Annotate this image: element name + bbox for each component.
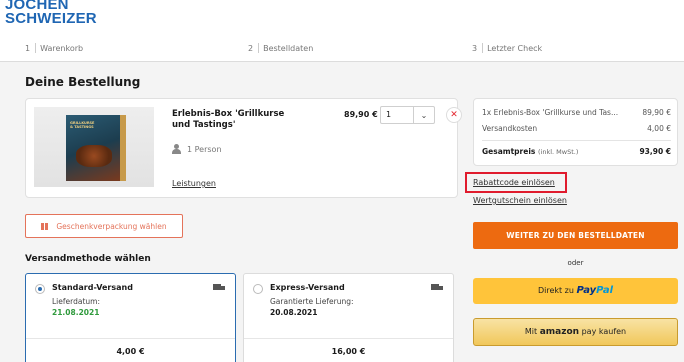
shipping-date: 21.08.2021: [52, 308, 100, 317]
step-divider: [258, 43, 260, 53]
step-label: Warenkorb: [40, 43, 84, 53]
shipping-price: 4,00 €: [116, 347, 145, 356]
step-number: 2: [248, 43, 254, 53]
shipping-date-label: Garantierte Lieferung:: [270, 297, 354, 306]
product-box-photo: [76, 145, 112, 167]
checkout-steps: 1 Warenkorb 2 Bestelldaten 3 Letzter Che…: [0, 40, 684, 56]
summary-item-label: 1x Erlebnis-Box 'Grillkurse und Tas...: [482, 108, 619, 117]
step-label: Bestelldaten: [263, 43, 314, 53]
step-divider: [482, 43, 484, 53]
radio-selected[interactable]: [35, 284, 45, 294]
shipping-name: Standard-Versand: [52, 283, 133, 292]
product-persons: 1 Person: [172, 144, 222, 154]
shipping-date-label: Lieferdatum:: [52, 297, 100, 306]
step-cart[interactable]: 1 Warenkorb: [25, 43, 83, 53]
gift-wrap-button[interactable]: Geschenkverpackung wählen: [25, 214, 183, 238]
shipping-option-standard[interactable]: Standard-Versand Lieferdatum: 21.08.2021…: [25, 273, 236, 362]
voucher-link[interactable]: Wertgutschein einlösen: [473, 196, 567, 205]
or-separator: oder: [567, 259, 584, 267]
paypal-button[interactable]: Direkt zu PayPal: [473, 278, 678, 304]
logo-line-2: SCHWEIZER: [5, 10, 97, 27]
summary-total-row: Gesamtpreis (inkl. MwSt.) 93,90 €: [482, 147, 671, 156]
shipping-name: Express-Versand: [270, 283, 345, 292]
header: JOCHEN SCHWEIZER 1 Warenkorb 2 Bestellda…: [0, 0, 684, 62]
summary-shipping-label: Versandkosten: [482, 124, 538, 133]
cart-item: GRILLKURSE & TASTINGS Erlebnis-Box 'Gril…: [25, 98, 462, 198]
remove-item-button[interactable]: ✕: [446, 107, 462, 123]
total-price: 93,90 €: [639, 147, 671, 156]
paypal-prefix: Direkt zu: [537, 286, 574, 295]
shipping-price: 16,00 €: [331, 347, 366, 356]
paypal-logo-part2: Pal: [596, 285, 614, 296]
step-number: 1: [25, 43, 31, 53]
product-price: 89,90 €: [344, 110, 378, 119]
person-icon: [172, 144, 181, 154]
summary-item-price: 89,90 €: [642, 108, 671, 117]
amazon-suffix: pay kaufen: [581, 327, 627, 336]
page-title: Deine Bestellung: [25, 75, 141, 89]
amazon-prefix: Mit: [524, 327, 538, 336]
summary-shipping-price: 4,00 €: [647, 124, 671, 133]
product-name[interactable]: Erlebnis-Box 'Grillkurse und Tastings': [172, 109, 302, 131]
product-box-graphic: GRILLKURSE & TASTINGS: [66, 115, 126, 181]
step-label: Letzter Check: [487, 43, 543, 53]
coupon-link[interactable]: Rabattcode einlösen: [473, 178, 555, 187]
summary-item-row: 1x Erlebnis-Box 'Grillkurse und Tas... 8…: [482, 108, 671, 117]
step-divider: [35, 43, 37, 53]
shipping-title: Versandmethode wählen: [25, 254, 151, 264]
continue-button[interactable]: WEITER ZU DEN BESTELLDATEN: [473, 222, 678, 249]
gift-wrap-label: Geschenkverpackung wählen: [56, 221, 167, 231]
amazon-logo: amazon: [539, 327, 580, 337]
chevron-down-icon: ⌄: [420, 110, 428, 120]
total-label: Gesamtpreis: [482, 147, 536, 156]
quantity-select[interactable]: 1 ⌄: [380, 106, 435, 124]
radio-unselected[interactable]: [253, 284, 263, 294]
shipping-date: 20.08.2021: [270, 308, 318, 317]
shipping-option-express[interactable]: Express-Versand Garantierte Lieferung: 2…: [243, 273, 454, 362]
amazon-pay-button[interactable]: Mit amazon pay kaufen: [473, 318, 678, 346]
truck-icon: [431, 284, 443, 291]
details-link[interactable]: Leistungen: [172, 179, 216, 188]
step-number: 3: [472, 43, 478, 53]
truck-icon: [213, 284, 225, 291]
summary-shipping-row: Versandkosten 4,00 €: [482, 124, 671, 133]
total-note: (inkl. MwSt.): [537, 148, 579, 156]
close-icon: ✕: [450, 110, 458, 120]
gift-icon: [41, 222, 49, 230]
paypal-logo-part1: Pay: [576, 285, 597, 296]
divider: [244, 338, 453, 339]
summary-divider: [482, 140, 671, 141]
step-final-check: 3 Letzter Check: [472, 43, 542, 53]
divider: [26, 338, 235, 339]
brand-logo[interactable]: JOCHEN SCHWEIZER: [5, 0, 97, 26]
quantity-value: 1: [381, 107, 414, 123]
product-box-label: GRILLKURSE & TASTINGS: [70, 121, 95, 129]
product-image[interactable]: GRILLKURSE & TASTINGS: [34, 107, 154, 187]
order-summary: 1x Erlebnis-Box 'Grillkurse und Tas... 8…: [473, 98, 678, 166]
persons-label: 1 Person: [187, 144, 222, 154]
step-order-data: 2 Bestelldaten: [248, 43, 313, 53]
